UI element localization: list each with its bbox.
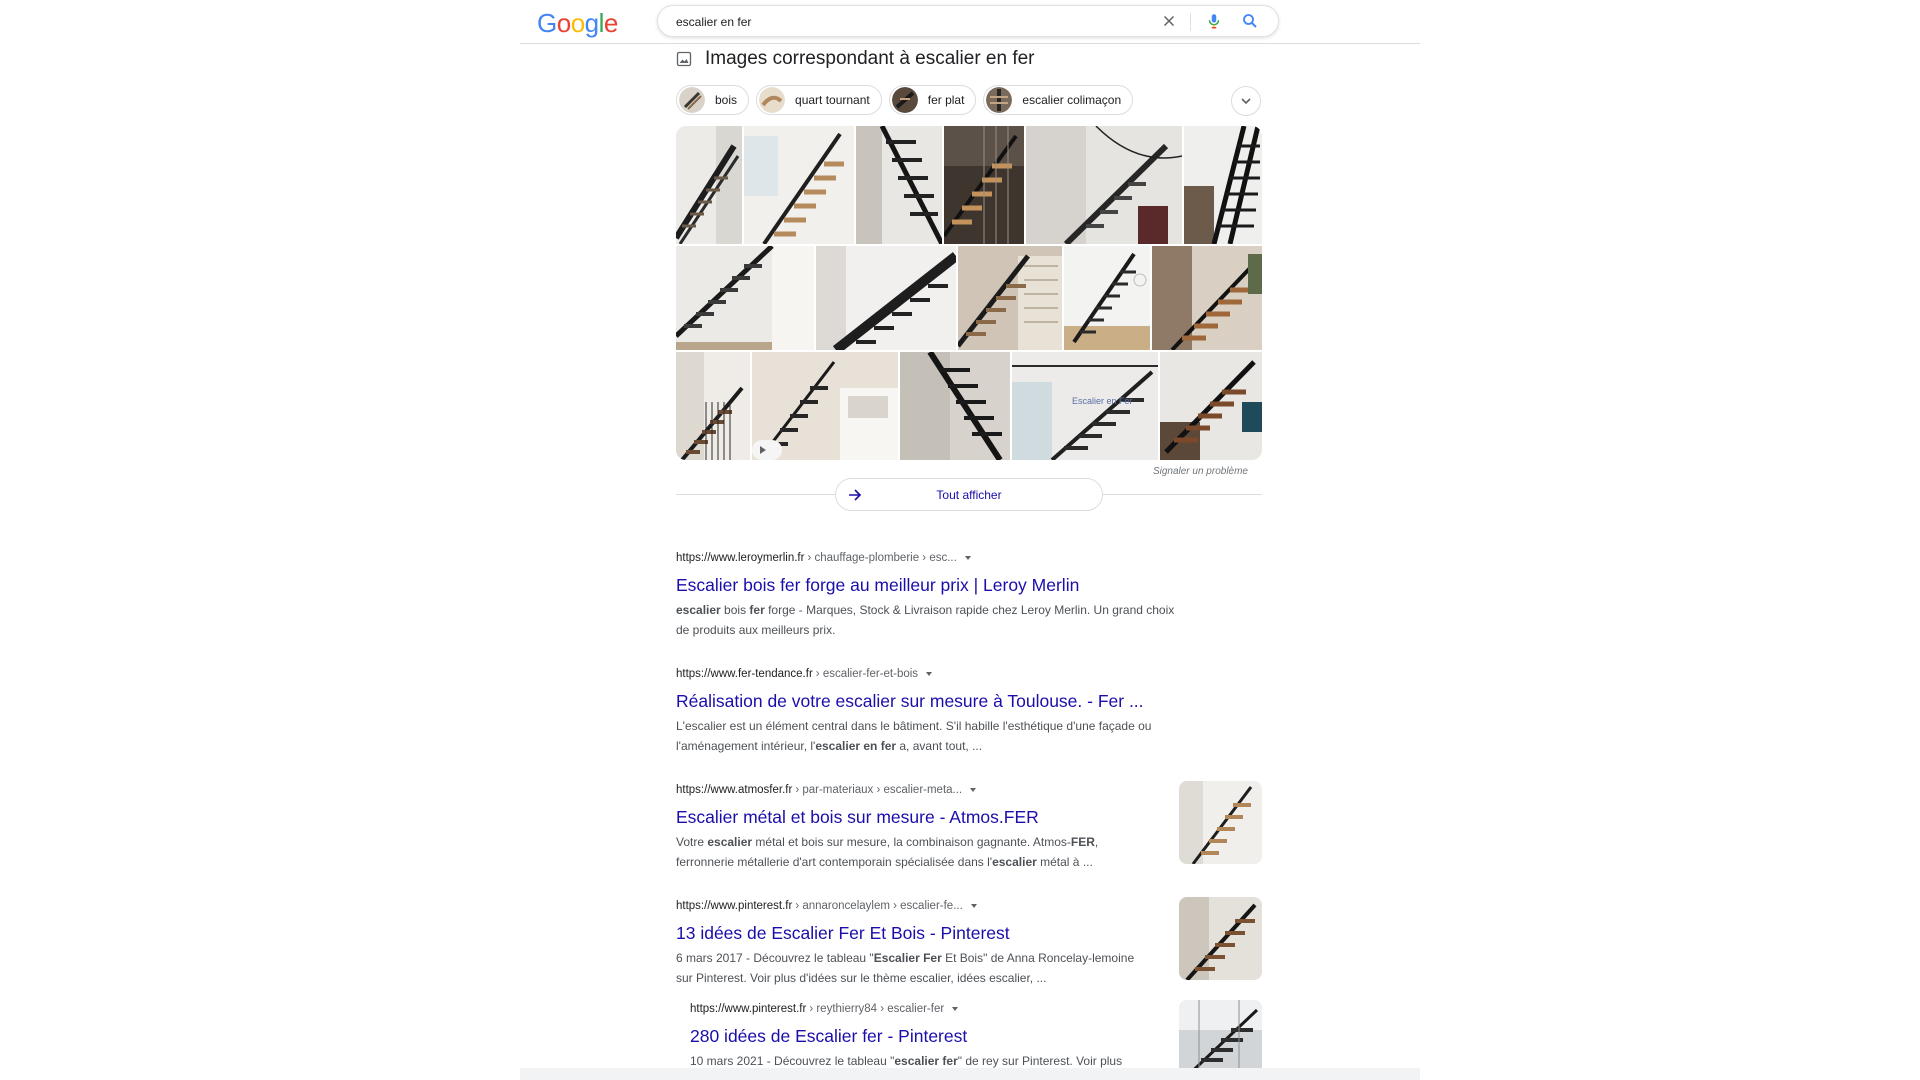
result-domain: https://www.leroymerlin.fr [676,552,805,564]
result-snippet: L'escalier est un élément central dans l… [676,719,1152,753]
caret-down-icon[interactable] [970,902,978,910]
chip-label: escalier colimaçon [1022,93,1122,107]
caret-down-icon[interactable] [969,786,977,794]
image-thumbnail[interactable] [1026,126,1182,244]
search-box [657,5,1279,37]
result-snippet: escalier bois fer forge - Marques, Stock… [676,603,1175,637]
chip-label: bois [715,93,738,107]
search-results-page: Google Images correspondant à escalier e… [0,0,1920,1080]
image-filter-chips: bois quart tournant fer plat escalier co… [676,85,1134,115]
image-icon [676,51,692,67]
image-thumbnail[interactable] [676,126,742,244]
chip-thumbnail [759,87,786,113]
image-thumbnail[interactable] [816,246,956,350]
result-title[interactable]: 13 idées de Escalier Fer Et Bois - Pinte… [676,922,1166,944]
mic-icon[interactable] [1205,12,1223,30]
result-thumbnail[interactable] [1179,897,1262,980]
chip-label: quart tournant [795,93,870,107]
logo-letter: o [556,8,571,38]
result-path: › par-materiaux › escalier-meta... [795,784,963,796]
chip-thumbnail [986,87,1013,113]
image-thumbnail[interactable] [900,352,1010,460]
search-result: https://www.leroymerlin.fr › chauffage-p… [676,550,1236,640]
result-title[interactable]: Réalisation de votre escalier sur mesure… [676,690,1236,712]
show-all-button[interactable]: Tout afficher [835,478,1103,511]
result-path: › reythierry84 › escalier-fer [809,1003,945,1015]
search-icon[interactable] [1241,12,1259,30]
image-grid: Escalier en Fer [676,126,1262,460]
image-thumbnail[interactable] [958,246,1062,350]
image-thumbnail[interactable]: Escalier en Fer [1012,352,1158,460]
images-heading: Images correspondant à escalier en fer [676,47,1035,71]
chevron-down-icon [1241,98,1251,105]
chip-quart-tournant[interactable]: quart tournant [756,85,882,115]
result-domain: https://www.pinterest.fr [690,1003,807,1015]
close-icon[interactable] [1160,12,1178,30]
result-url[interactable]: https://www.pinterest.fr › reythierry84 … [690,1001,1166,1017]
result-url[interactable]: https://www.pinterest.fr › annaroncelayl… [676,898,1166,914]
result-thumbnail[interactable] [1179,781,1262,864]
logo-letter: g [584,8,599,38]
chip-thumbnail [679,87,705,113]
caret-down-icon[interactable] [951,1005,959,1013]
logo-letter: e [603,8,618,38]
result-path: › escalier-fer-et-bois [815,668,919,680]
image-thumbnail[interactable] [944,126,1024,244]
image-thumbnail[interactable] [744,126,854,244]
svg-text:Escalier en Fer: Escalier en Fer [1072,396,1133,406]
image-thumbnail[interactable] [1064,246,1150,350]
caret-down-icon[interactable] [925,670,933,678]
chip-bois[interactable]: bois [676,85,750,115]
chips-expand-button[interactable] [1231,86,1261,116]
result-snippet: 6 mars 2017 - Découvrez le tableau "Esca… [676,951,1135,985]
google-logo[interactable]: Google [537,8,618,39]
images-heading-text: Images correspondant à escalier en fer [705,48,1035,69]
result-domain: https://www.fer-tendance.fr [676,668,813,680]
result-url[interactable]: https://www.leroymerlin.fr › chauffage-p… [676,550,1236,566]
image-thumbnail[interactable] [1184,126,1262,244]
search-divider [1190,13,1191,31]
chip-fer-plat[interactable]: fer plat [888,85,977,115]
result-domain: https://www.pinterest.fr [676,900,793,912]
logo-letter: G [537,8,557,38]
arrow-right-icon [849,489,862,501]
show-all-label: Tout afficher [936,487,1002,502]
result-title[interactable]: Escalier bois fer forge au meilleur prix… [676,574,1236,596]
image-thumbnail[interactable] [752,352,898,460]
chip-label: fer plat [927,93,965,107]
image-thumbnail[interactable] [1152,246,1262,350]
image-thumbnail[interactable] [856,126,942,244]
result-domain: https://www.atmosfer.fr [676,784,793,796]
logo-letter: o [570,8,585,38]
result-title[interactable]: 280 idées de Escalier fer - Pinterest [690,1025,1166,1047]
caret-down-icon[interactable] [964,554,972,562]
search-result: https://www.pinterest.fr › annaroncelayl… [676,898,1166,988]
search-input[interactable] [676,13,1146,31]
result-snippet: Votre escalier métal et bois sur mesure,… [676,835,1099,869]
result-url[interactable]: https://www.fer-tendance.fr › escalier-f… [676,666,1236,682]
result-path: › chauffage-plomberie › esc... [807,552,957,564]
report-problem-link[interactable]: Signaler un problème [1090,466,1248,477]
search-result: https://www.fer-tendance.fr › escalier-f… [676,666,1236,756]
chip-escalier-colimacon[interactable]: escalier colimaçon [983,85,1134,115]
result-url[interactable]: https://www.atmosfer.fr › par-materiaux … [676,782,1166,798]
image-thumbnail[interactable] [676,246,814,350]
result-title[interactable]: Escalier métal et bois sur mesure - Atmo… [676,806,1166,828]
search-result: https://www.atmosfer.fr › par-materiaux … [676,782,1166,872]
page-bottom-edge [520,1068,1420,1080]
chip-thumbnail [891,87,918,113]
image-thumbnail[interactable] [676,352,750,460]
image-thumbnail[interactable] [1160,352,1262,460]
result-path: › annaroncelaylem › escalier-fe... [795,900,963,912]
